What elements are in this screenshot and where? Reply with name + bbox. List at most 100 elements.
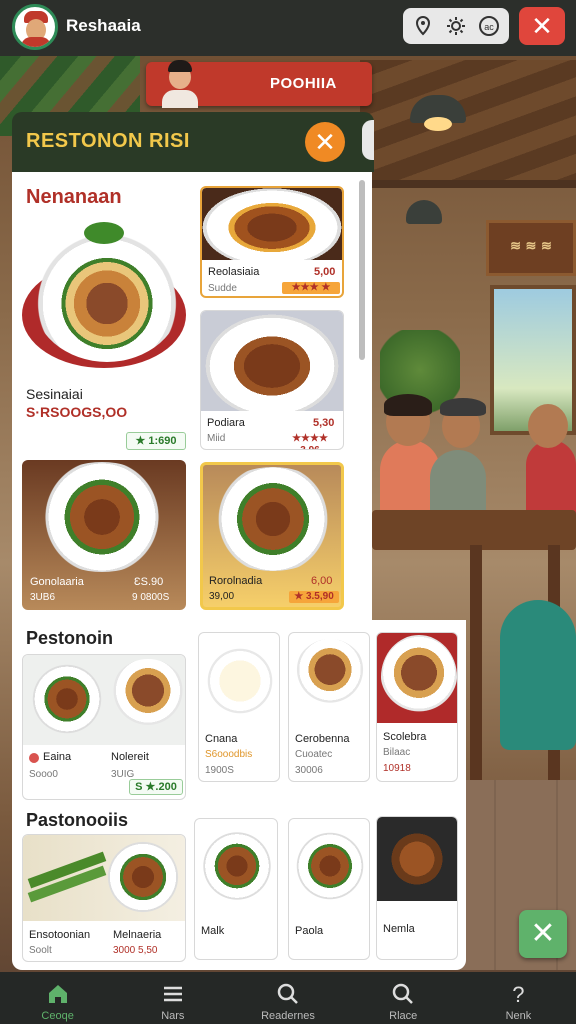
menu-card[interactable]: Podiara 5,30 Miid ★★★★ 3,96 xyxy=(200,310,344,450)
menu-card-sub: 39,00 xyxy=(209,591,235,602)
nav-item-place[interactable]: Rlace xyxy=(346,972,461,1024)
menu-card-price: 5,30 xyxy=(313,417,335,429)
menu-card-sub: 3UB6 xyxy=(30,592,56,603)
menu-card-name: Nemla xyxy=(383,923,415,935)
menu-card[interactable]: Reolasiaia 5,00 Sudde ★★★ ★ xyxy=(200,186,344,298)
menu-photo-card[interactable]: Rorolnadia 6,00 39,00 ★ 3.5,90 xyxy=(200,462,344,610)
menu-card[interactable]: Cerobenna Cuoatec 30006 xyxy=(288,632,370,782)
menu-card-price: 5,00 xyxy=(314,266,336,278)
section-title: Nenanaan xyxy=(26,186,122,208)
nav-item-menu[interactable]: Nars xyxy=(115,972,230,1024)
ac-icon-label: ac xyxy=(484,22,494,32)
menu-card-price: 6,00 xyxy=(311,575,333,587)
nav-item-home[interactable]: Ceoqe xyxy=(0,972,115,1024)
help-icon: ? xyxy=(512,982,525,1007)
menu-card-extra: 9 0800S xyxy=(132,592,170,603)
menu-card[interactable]: Paola xyxy=(288,818,370,960)
section-title: Pastonooiis xyxy=(26,810,129,830)
close-app-button[interactable]: ✕ xyxy=(519,7,565,45)
bottom-navigation: Ceoqe Nars Readernes Rlace ? Nenk xyxy=(0,972,576,1024)
chef-avatar xyxy=(162,60,198,108)
menu-photo-card[interactable]: Gonolaaria ƐS.90 3UB6 9 0800S xyxy=(22,460,186,610)
panel-edge-handle[interactable] xyxy=(362,120,374,160)
diner-figure xyxy=(500,600,576,750)
combo-chip: S ★.200 xyxy=(129,779,183,795)
featured-rating-chip: ★ 1:690 xyxy=(126,432,186,450)
featured-dish-image[interactable] xyxy=(22,212,186,368)
menu-card-sub: Miid xyxy=(207,433,226,444)
close-fab-button[interactable]: ✕ xyxy=(519,910,567,958)
menu-scrollbar[interactable] xyxy=(359,180,365,360)
top-app-bar: Reshaaia ac ✕ xyxy=(0,0,576,56)
menu-icon xyxy=(160,982,186,1008)
combo-item-sub: Sooo0 xyxy=(29,769,58,780)
combo-item-name: Eaina xyxy=(43,751,72,763)
nav-label: Nars xyxy=(161,1010,185,1022)
menu-card[interactable]: Cnana S6ooodbis 1900S xyxy=(198,632,280,782)
menu-card-sub: Bilaac xyxy=(383,747,411,758)
menu-card-sub: Cuoatec xyxy=(295,749,333,760)
wooden-table xyxy=(372,510,576,550)
featured-dish-price: S·RSOOGS,OO xyxy=(26,404,128,420)
status-dot-icon xyxy=(29,753,39,763)
menu-card-badge: ★ 3.5,90 xyxy=(289,591,339,603)
ac-icon[interactable]: ac xyxy=(476,13,502,39)
table-leg xyxy=(470,545,482,785)
nav-label: Ceoqe xyxy=(41,1010,74,1022)
menu-card-price: ƐS.90 xyxy=(134,576,164,588)
combo-item-name: Nolereit xyxy=(111,751,149,763)
menu-card-name: Gonolaaria xyxy=(30,576,84,588)
nav-label: Readernes xyxy=(261,1010,315,1022)
menu-card-sub2: 1900S xyxy=(205,765,234,776)
menu-card-name: Cnana xyxy=(205,733,238,745)
home-icon xyxy=(45,982,71,1008)
combo-card[interactable]: Eaina Sooo0 Nolereit 3UIG S ★.200 xyxy=(22,654,186,800)
menu-card-name: Reolasiaia xyxy=(208,266,260,278)
menu-card-name: Cerobenna xyxy=(295,733,350,745)
menu-card-name: Rorolnadia xyxy=(209,575,263,587)
menu-card-name: Scolebra xyxy=(383,731,427,743)
menu-header: RESTONON RISI ✕ xyxy=(12,112,374,172)
banner-text: POOHIIA xyxy=(270,75,337,92)
menu-card[interactable]: Scolebra Bilaac 10918 xyxy=(376,632,458,782)
menu-card-badge: ★★★★ 3,96 xyxy=(281,433,339,449)
diner-cap xyxy=(440,398,486,416)
nav-label: Nenk xyxy=(505,1010,532,1022)
menu-card-sub: S6ooodbis xyxy=(205,749,253,760)
combo-item-sub: Soolt xyxy=(29,945,52,956)
menu-card-name: Podiara xyxy=(207,417,245,429)
app-title: Reshaaia xyxy=(66,16,141,35)
nav-item-search[interactable]: Readernes xyxy=(230,972,345,1024)
menu-header-title: RESTONON RISI xyxy=(26,130,190,152)
menu-card-name: Paola xyxy=(295,925,324,937)
combo-item-name: Melnaeria xyxy=(113,929,162,941)
wood-beam xyxy=(372,180,576,188)
promo-banner[interactable]: POOHIIA xyxy=(146,60,372,108)
search-icon xyxy=(275,982,301,1008)
menu-close-button[interactable]: ✕ xyxy=(305,122,345,162)
menu-card-badge: ★★★ ★ xyxy=(282,282,340,294)
menu-card-sub2: 30006 xyxy=(295,765,323,776)
nav-item-help[interactable]: ? Nenk xyxy=(461,972,576,1024)
section-title: Pestonoin xyxy=(26,628,114,648)
app-logo[interactable] xyxy=(12,4,58,50)
diner-head xyxy=(528,404,568,448)
nav-label: Rlace xyxy=(389,1010,418,1022)
menu-card-sub2: 10918 xyxy=(383,763,411,774)
combo-item-sub: 3000 5,50 xyxy=(113,945,158,956)
combo-item-name: Ensotoonian xyxy=(29,929,91,941)
diner-hair xyxy=(384,394,432,416)
hanging-lamp xyxy=(406,200,442,224)
menu-card[interactable]: Malk xyxy=(194,818,278,960)
combo-card[interactable]: Ensotoonian Soolt Melnaeria 3000 5,50 xyxy=(22,834,186,962)
menu-card[interactable]: Nemla xyxy=(376,816,458,960)
roof-beams xyxy=(360,60,576,180)
menu-card-name: Malk xyxy=(201,925,225,937)
restaurant-sign: ≋ ≋ ≋ xyxy=(486,220,576,276)
featured-dish-name: Sesinaiai xyxy=(26,386,83,402)
search-icon xyxy=(390,982,416,1008)
location-pin-icon[interactable] xyxy=(410,13,436,39)
menu-card-sub: Sudde xyxy=(208,283,237,294)
toolbar-icon-group: ac xyxy=(403,8,509,44)
settings-gear-icon[interactable] xyxy=(443,13,469,39)
